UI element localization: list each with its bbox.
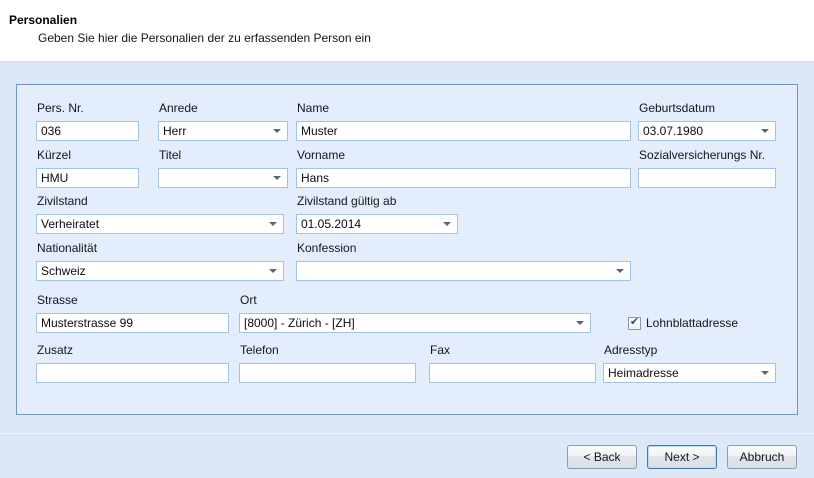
field-konfession: Konfession [296,241,631,281]
chevron-down-icon [576,321,584,325]
adresstyp-select[interactable]: Heimadresse [603,363,776,383]
zivilstand-select[interactable]: Verheiratet [36,214,284,234]
zivilstand-gueltig-ab-select[interactable]: 01.05.2014 [296,214,458,234]
strasse-input[interactable] [36,313,229,333]
adresstyp-value: Heimadresse [608,366,761,380]
field-strasse: Strasse [36,293,229,333]
kuerzel-input[interactable] [36,168,139,188]
chevron-down-icon [761,371,769,375]
zivilstand-gueltig-ab-label: Zivilstand gültig ab [297,194,458,209]
chevron-down-icon [273,129,281,133]
field-geburtsdatum: Geburtsdatum 03.07.1980 [638,101,776,141]
field-anrede: Anrede Herr [158,101,288,141]
back-button[interactable]: < Back [567,445,637,469]
check-icon: ✔ [630,317,639,328]
geburtsdatum-value: 03.07.1980 [643,124,761,138]
name-label: Name [297,101,631,116]
telefon-input[interactable] [239,363,416,383]
field-titel: Titel [158,148,288,188]
anrede-value: Herr [163,124,273,138]
chevron-down-icon [269,269,277,273]
adresstyp-label: Adresstyp [604,343,776,358]
page-subtitle: Geben Sie hier die Personalien der zu er… [38,31,371,45]
wizard-window: Personalien Geben Sie hier die Personali… [0,0,814,478]
sozialversicherungs-nr-label: Sozialversicherungs Nr. [639,148,776,163]
field-kuerzel: Kürzel [36,148,139,188]
strasse-label: Strasse [37,293,229,308]
chevron-down-icon [616,269,624,273]
wizard-body: Pers. Nr. Anrede Herr Name Geburtsdatum … [0,62,814,433]
field-nationalitaet: Nationalität Schweiz [36,241,284,281]
field-vorname: Vorname [296,148,631,188]
pers-nr-input[interactable] [36,121,139,141]
vorname-label: Vorname [297,148,631,163]
field-fax: Fax [429,343,596,383]
chevron-down-icon [273,176,281,180]
cancel-button[interactable]: Abbruch [727,445,797,469]
titel-label: Titel [159,148,288,163]
field-zivilstand-gueltig-ab: Zivilstand gültig ab 01.05.2014 [296,194,458,234]
sozialversicherungs-nr-input[interactable] [638,168,776,188]
telefon-label: Telefon [240,343,416,358]
personalien-panel: Pers. Nr. Anrede Herr Name Geburtsdatum … [16,84,798,415]
field-telefon: Telefon [239,343,416,383]
konfession-select[interactable] [296,261,631,281]
wizard-footer: < Back Next > Abbruch [0,433,814,478]
anrede-label: Anrede [159,101,288,116]
ort-select[interactable]: [8000] - Zürich - [ZH] [239,313,591,333]
ort-value: [8000] - Zürich - [ZH] [244,316,576,330]
chevron-down-icon [761,129,769,133]
field-pers-nr: Pers. Nr. [36,101,139,141]
field-name: Name [296,101,631,141]
konfession-label: Konfession [297,241,631,256]
lohnblattadresse-checkbox[interactable]: ✔ [628,317,641,330]
nationalitaet-value: Schweiz [41,264,269,278]
zusatz-input[interactable] [36,363,229,383]
titel-select[interactable] [158,168,288,188]
field-zivilstand: Zivilstand Verheiratet [36,194,284,234]
chevron-down-icon [443,222,451,226]
page-title: Personalien [9,13,77,27]
lohnblattadresse-label: Lohnblattadresse [646,316,738,330]
field-adresstyp: Adresstyp Heimadresse [603,343,776,383]
fax-input[interactable] [429,363,596,383]
geburtsdatum-label: Geburtsdatum [639,101,776,116]
field-zusatz: Zusatz [36,343,229,383]
zivilstand-label: Zivilstand [37,194,284,209]
zivilstand-value: Verheiratet [41,217,269,231]
name-input[interactable] [296,121,631,141]
ort-label: Ort [240,293,591,308]
next-button[interactable]: Next > [647,445,717,469]
field-sozialversicherungs-nr: Sozialversicherungs Nr. [638,148,776,188]
zusatz-label: Zusatz [37,343,229,358]
kuerzel-label: Kürzel [37,148,139,163]
nationalitaet-select[interactable]: Schweiz [36,261,284,281]
wizard-header: Personalien Geben Sie hier die Personali… [0,0,814,62]
anrede-select[interactable]: Herr [158,121,288,141]
vorname-input[interactable] [296,168,631,188]
geburtsdatum-select[interactable]: 03.07.1980 [638,121,776,141]
field-ort: Ort [8000] - Zürich - [ZH] [239,293,591,333]
pers-nr-label: Pers. Nr. [37,101,139,116]
lohnblattadresse-checkbox-row: ✔ Lohnblattadresse [628,313,738,333]
zivilstand-gueltig-ab-value: 01.05.2014 [301,217,443,231]
chevron-down-icon [269,222,277,226]
nationalitaet-label: Nationalität [37,241,284,256]
fax-label: Fax [430,343,596,358]
